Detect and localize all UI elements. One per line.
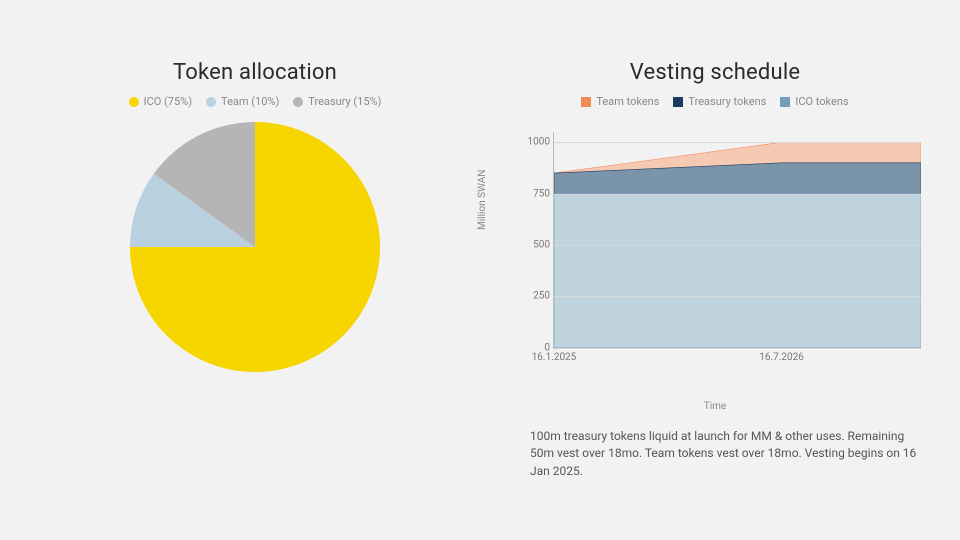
legend-label: Team tokens [596,95,659,108]
vesting-schedule-chart: Vesting schedule Team tokens Treasury to… [500,60,930,480]
legend-label: Treasury tokens [688,95,766,108]
area-title: Vesting schedule [630,60,800,85]
y-tick-label: 250 [533,291,550,302]
legend-label: Treasury (15%) [308,95,381,108]
gridline [554,245,921,246]
area-legend: Team tokens Treasury tokens ICO tokens [581,95,848,108]
x-tick-label: 16.1.2025 [532,352,577,363]
x-axis-label: Time [505,401,925,412]
legend-item: Treasury (15%) [293,95,381,108]
pie-legend: ICO (75%) Team (10%) Treasury (15%) [129,95,382,108]
legend-item: Team (10%) [206,95,279,108]
legend-label: ICO tokens [795,95,848,108]
pie-title: Token allocation [173,60,337,85]
pie-svg [130,122,380,372]
gridline [554,348,921,349]
pie-plot [130,122,380,372]
plot-region: 0250500750100016.1.202516.7.2026 [553,132,921,349]
y-axis-label: Million SWAN [477,170,488,230]
legend-label: ICO (75%) [144,95,192,108]
legend-item: ICO tokens [780,95,848,108]
vesting-caption: 100m treasury tokens liquid at launch fo… [530,428,930,480]
x-tick-label: 16.7.2026 [759,352,804,363]
y-tick-label: 1000 [528,137,550,148]
area-plot: Million SWAN 0250500750100016.1.202516.7… [505,122,925,379]
y-tick-label: 750 [533,188,550,199]
legend-chip-icon [293,97,303,107]
token-allocation-chart: Token allocation ICO (75%) Team (10%) Tr… [40,60,470,480]
area-series [554,194,921,348]
legend-chip-icon [673,97,683,107]
y-tick-label: 500 [533,240,550,251]
legend-label: Team (10%) [221,95,279,108]
legend-chip-icon [206,97,216,107]
legend-chip-icon [129,97,139,107]
gridline [554,142,921,143]
gridline [554,296,921,297]
legend-item: ICO (75%) [129,95,192,108]
gridline [554,194,921,195]
legend-chip-icon [581,97,591,107]
legend-item: Treasury tokens [673,95,766,108]
legend-item: Team tokens [581,95,659,108]
legend-chip-icon [780,97,790,107]
area-svg [554,132,921,348]
